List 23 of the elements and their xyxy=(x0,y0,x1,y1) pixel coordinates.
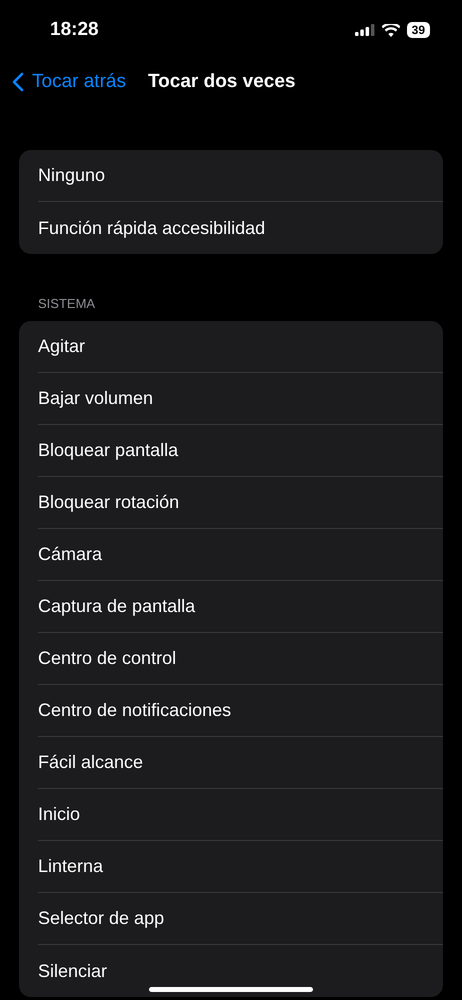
list-item[interactable]: Captura de pantalla xyxy=(38,581,443,633)
list-item[interactable]: Fácil alcance xyxy=(38,737,443,789)
signal-icon xyxy=(354,24,375,36)
list-item[interactable]: Selector de app xyxy=(38,893,443,945)
list-item[interactable]: Centro de control xyxy=(38,633,443,685)
list-item[interactable]: Silenciar xyxy=(38,945,443,997)
list-item[interactable]: Bloquear pantalla xyxy=(38,425,443,477)
list-item[interactable]: Centro de notificaciones xyxy=(38,685,443,737)
back-button[interactable]: Tocar atrás xyxy=(12,71,126,93)
list-item[interactable]: Cámara xyxy=(38,529,443,581)
list-item[interactable]: Bajar volumen xyxy=(38,373,443,425)
list-item[interactable]: Linterna xyxy=(38,841,443,893)
list-item[interactable]: Bloquear rotación xyxy=(38,477,443,529)
list-item[interactable]: Agitar xyxy=(38,321,443,373)
battery-indicator: 39 xyxy=(406,22,430,38)
screen-title: Tocar dos veces xyxy=(148,71,296,93)
status-time: 18:28 xyxy=(50,19,99,41)
list-item[interactable]: Inicio xyxy=(38,789,443,841)
chevron-left-icon xyxy=(12,72,24,92)
list-item[interactable]: Ninguno xyxy=(38,150,443,202)
list-item[interactable]: Función rápida accesibilidad xyxy=(38,202,443,254)
wifi-icon xyxy=(382,24,400,36)
section-header: SISTEMA xyxy=(37,295,96,313)
